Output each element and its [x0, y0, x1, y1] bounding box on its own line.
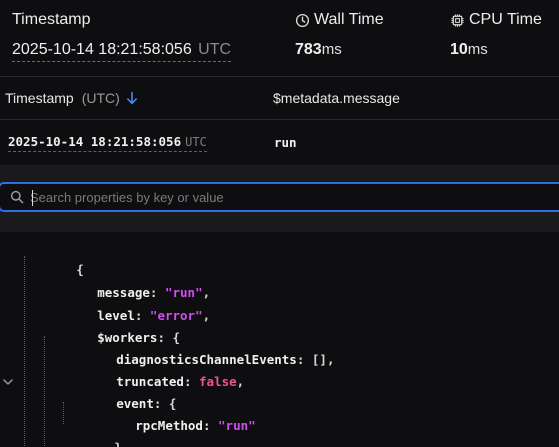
json-line-workers[interactable]: $workers: { — [37, 305, 180, 345]
column-header-timestamp-tz: (UTC) — [81, 90, 120, 106]
wall-time-summary: Wall Time 783ms — [295, 10, 384, 60]
wall-time-label: Wall Time — [314, 11, 384, 28]
timestamp-label: Timestamp — [12, 11, 91, 28]
row-message: run — [274, 135, 297, 150]
detail-panel: { message: "run", level: "error", $worke… — [0, 165, 559, 447]
json-line-truncated[interactable]: truncated: false, — [56, 349, 244, 389]
timestamp-value[interactable]: 2025-10-14 18:21:58:056 UTC — [12, 40, 232, 62]
json-close-brace: }, — [54, 415, 129, 447]
clock-icon — [295, 13, 310, 28]
chevron-down-icon[interactable] — [2, 377, 14, 387]
search-box[interactable] — [0, 182, 559, 212]
json-line-level[interactable]: level: "error", — [37, 283, 210, 323]
table-row[interactable]: 2025-10-14 18:21:58:056 UTC run — [0, 120, 559, 165]
row-timestamp-tz: UTC — [185, 134, 207, 149]
json-open-brace: { — [76, 262, 84, 277]
summary-panel: Timestamp 2025-10-14 18:21:58:056 UTC Wa… — [0, 0, 559, 76]
text-cursor — [32, 190, 33, 206]
cpu-time-unit: ms — [467, 41, 488, 58]
json-line-message[interactable]: message: "run", — [37, 260, 210, 300]
search-input[interactable] — [30, 185, 559, 209]
row-timestamp-cell: 2025-10-14 18:21:58:056 UTC — [8, 120, 207, 165]
json-line-diagnostics[interactable]: diagnosticsChannelEvents: [], — [56, 327, 334, 367]
table-header: Timestamp (UTC) $metadata.message — [0, 76, 559, 120]
cpu-time-summary: CPU Time 10ms — [450, 10, 542, 60]
wall-time-unit: ms — [321, 41, 342, 58]
log-detail-view: Timestamp 2025-10-14 18:21:58:056 UTC Wa… — [0, 0, 559, 447]
search-icon — [10, 190, 24, 204]
wall-time-value: 783 — [295, 41, 322, 58]
cpu-time-label: CPU Time — [469, 11, 542, 28]
json-line-rpcmethod[interactable]: rpcMethod: "run" — [75, 393, 255, 433]
column-header-message[interactable]: $metadata.message — [273, 77, 400, 119]
cpu-chip-icon — [450, 13, 465, 28]
row-timestamp[interactable]: 2025-10-14 18:21:58:056 UTC — [8, 134, 207, 152]
json-viewer: { message: "run", level: "error", $worke… — [0, 232, 559, 447]
cpu-time-value: 10 — [450, 41, 468, 58]
row-message-cell: run — [274, 120, 297, 165]
timestamp-tz: UTC — [198, 41, 232, 58]
timestamp-summary: Timestamp 2025-10-14 18:21:58:056 UTC — [12, 10, 232, 62]
arrow-down-icon[interactable] — [126, 91, 138, 105]
column-header-timestamp[interactable]: Timestamp (UTC) — [5, 77, 138, 119]
json-line-event[interactable]: event: { — [56, 371, 176, 411]
